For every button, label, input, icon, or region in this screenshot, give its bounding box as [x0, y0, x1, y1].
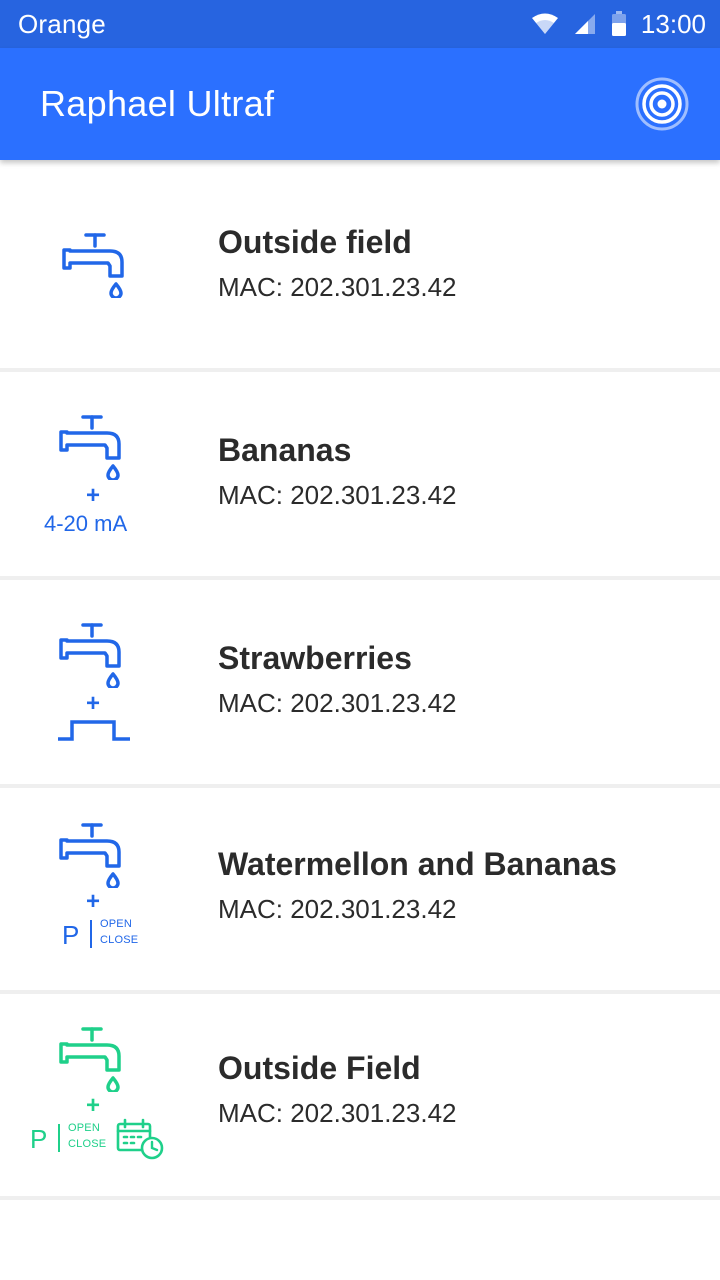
separator — [90, 920, 92, 948]
water-tap-icon — [59, 823, 121, 888]
device-icon-group: + P OPEN CLOSE — [0, 786, 190, 990]
device-row-bananas[interactable]: + 4-20 mA Bananas MAC: 202.301.23.42 — [0, 370, 720, 580]
device-mac: MAC: 202.301.23.42 — [218, 1098, 457, 1128]
device-name: Outside Field — [218, 1050, 421, 1086]
cellular-signal-icon — [573, 12, 597, 36]
pressure-letter: P — [30, 1124, 48, 1154]
separator — [58, 1124, 60, 1152]
close-label: CLOSE — [68, 1138, 107, 1150]
plus-sign: + — [86, 690, 101, 717]
device-icon-group — [0, 162, 190, 368]
device-row-watermellon-bananas[interactable]: + P OPEN CLOSE Watermellon and Bananas M… — [0, 786, 720, 994]
app-title: Raphael Ultraf — [40, 83, 275, 124]
device-name: Bananas — [218, 432, 352, 468]
device-name: Outside field — [218, 224, 412, 260]
water-tap-icon — [59, 623, 121, 688]
plus-sign: + — [86, 1092, 101, 1119]
device-row-outside-field[interactable]: Outside field MAC: 202.301.23.42 — [0, 162, 720, 372]
device-icon-group: + 4-20 mA — [0, 370, 190, 576]
wifi-icon — [531, 12, 559, 36]
close-label: CLOSE — [100, 934, 139, 946]
device-mac: MAC: 202.301.23.42 — [218, 272, 457, 302]
water-tap-icon — [62, 233, 124, 298]
plus-sign: + — [86, 888, 101, 915]
carrier-name: Orange — [18, 8, 106, 39]
open-label: OPEN — [68, 1122, 100, 1134]
clock: 13:00 — [640, 8, 706, 39]
device-mac: MAC: 202.301.23.42 — [218, 894, 457, 924]
pressure-letter: P — [62, 920, 80, 950]
water-tap-icon — [59, 1027, 121, 1092]
device-mac: MAC: 202.301.23.42 — [218, 480, 457, 510]
calendar-clock-icon — [116, 1118, 164, 1160]
water-tap-icon — [59, 415, 121, 480]
device-row-strawberries[interactable]: + Strawberries MAC: 202.301.23.42 — [0, 578, 720, 788]
device-icon-group: + P OPEN CLOSE — [0, 992, 190, 1196]
device-mac: MAC: 202.301.23.42 — [218, 688, 457, 718]
device-name: Strawberries — [218, 640, 412, 676]
battery-icon — [611, 11, 627, 37]
device-row-outside-field-2[interactable]: + P OPEN CLOSE Outside Field MAC: 202.30… — [0, 992, 720, 1200]
plus-sign: + — [86, 482, 101, 509]
device-icon-group: + — [0, 578, 190, 784]
app-bar: Raphael Ultraf — [0, 48, 720, 160]
scan-target-icon — [635, 77, 689, 131]
status-icons: 13:00 — [517, 9, 706, 40]
open-label: OPEN — [100, 918, 132, 930]
device-name: Watermellon and Bananas — [218, 846, 617, 882]
sensor-range-label: 4-20 mA — [44, 511, 128, 536]
status-bar: Orange 13:00 — [0, 0, 720, 48]
pulse-signal-icon — [58, 720, 130, 741]
scan-button[interactable] — [634, 76, 690, 132]
